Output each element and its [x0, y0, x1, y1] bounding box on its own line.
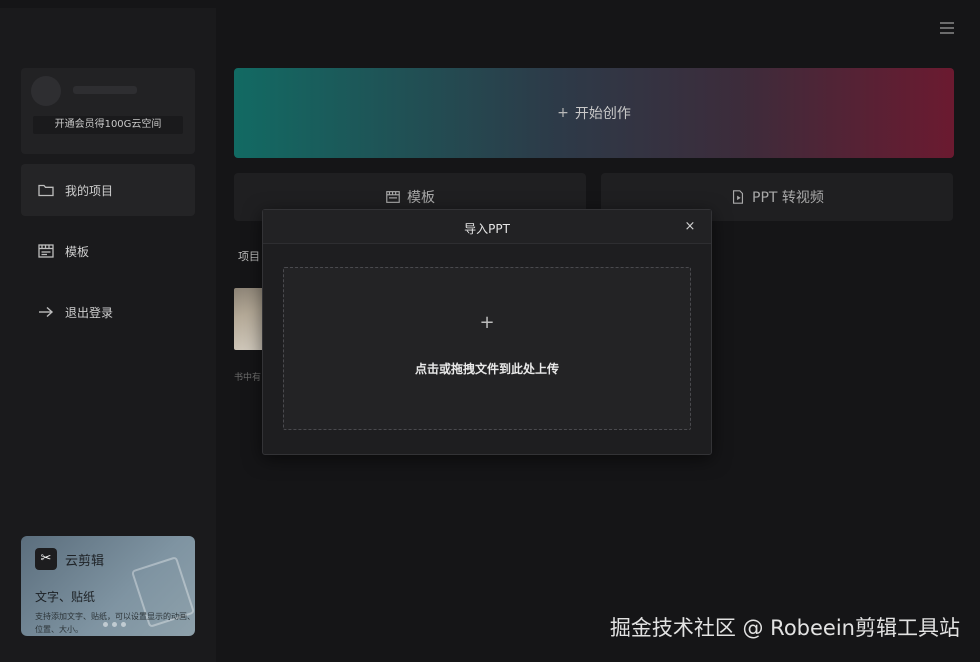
hamburger-menu-icon[interactable] — [938, 20, 956, 36]
promo-title: 文字、贴纸 — [35, 590, 96, 604]
sidebar-item-label: 模板 — [65, 244, 90, 259]
sidebar-item-label: 退出登录 — [65, 305, 114, 320]
arrow-right-icon — [37, 303, 55, 321]
folder-icon — [37, 181, 55, 199]
sidebar-item-label: 我的项目 — [65, 183, 114, 198]
ppt-to-video-label: PPT 转视频 — [752, 190, 824, 206]
template-icon — [385, 189, 401, 205]
sidebar-item-logout[interactable]: 退出登录 — [21, 286, 195, 338]
upload-instruction: 点击或拖拽文件到此处上传 — [414, 362, 559, 376]
ppt-video-icon — [730, 189, 746, 205]
promo-card[interactable]: ✂ 云剪辑 文字、贴纸 支持添加文字、贴纸，可以设置显示的动画、位置、大小。 — [21, 536, 195, 636]
carousel-dots[interactable] — [103, 622, 126, 627]
import-ppt-dialog: 导入PPT × + 点击或拖拽文件到此处上传 — [262, 209, 712, 455]
sidebar-item-templates[interactable]: 模板 — [21, 225, 195, 277]
close-icon[interactable]: × — [683, 220, 697, 234]
user-card: 开通会员得100G云空间 — [21, 68, 195, 154]
start-creating-label: 开始创作 — [574, 106, 631, 122]
template-icon — [37, 242, 55, 260]
scissors-icon: ✂ — [35, 548, 57, 570]
promo-brand: 云剪辑 — [65, 554, 105, 569]
sidebar-item-my-projects[interactable]: 我的项目 — [21, 164, 195, 216]
dialog-header: 导入PPT × — [263, 210, 711, 244]
plus-icon: + — [479, 312, 495, 333]
projects-section-label: 项目 — [238, 250, 260, 263]
plus-icon: + — [557, 105, 569, 121]
app-window: 开通会员得100G云空间 我的项目 模板 退出登录 ✂ 云剪辑 文字、贴纸 支持… — [0, 0, 980, 662]
start-creating-button[interactable]: + 开始创作 — [234, 68, 954, 158]
username-placeholder — [73, 86, 137, 94]
upload-dropzone[interactable]: + 点击或拖拽文件到此处上传 — [283, 267, 691, 430]
sidebar: 开通会员得100G云空间 我的项目 模板 退出登录 ✂ 云剪辑 文字、贴纸 支持… — [0, 8, 216, 662]
watermark: 掘金技术社区 @ Robeein剪辑工具站 — [609, 616, 960, 640]
dialog-title: 导入PPT — [464, 222, 510, 236]
vip-upgrade-button[interactable]: 开通会员得100G云空间 — [33, 116, 183, 134]
templates-tool-label: 模板 — [407, 190, 435, 206]
avatar[interactable] — [31, 76, 61, 106]
